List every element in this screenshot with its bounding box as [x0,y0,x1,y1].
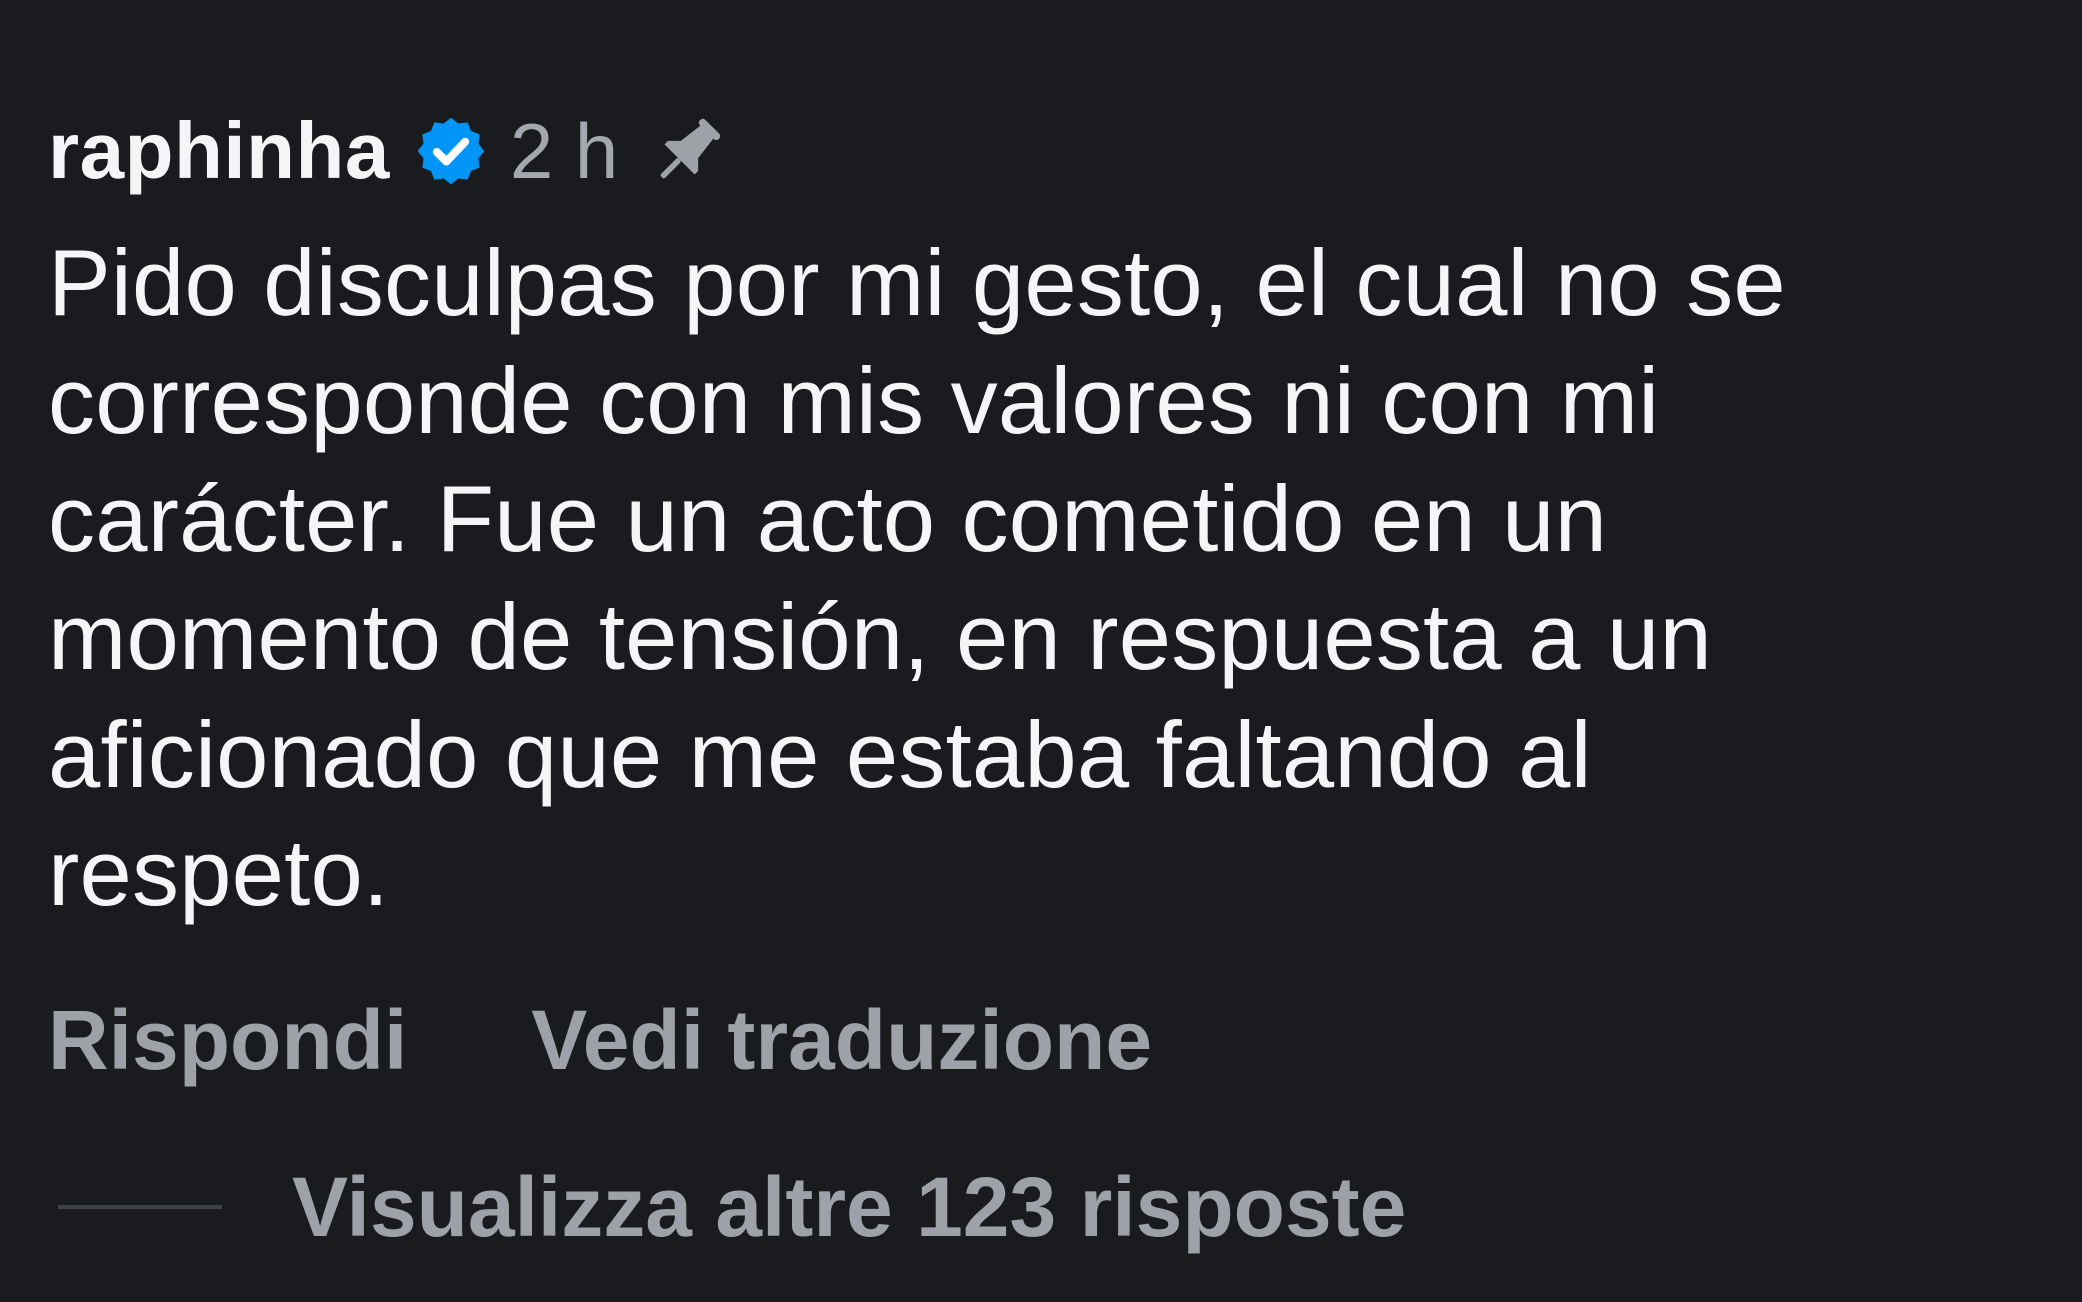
comment-text-line: momento de tensión, en respuesta a un [48,584,1712,689]
comment-text-line: Pido disculpas por mi gesto, el cual no … [48,230,1786,335]
pin-icon [646,109,730,193]
comment-text: Pido disculpas por mi gesto, el cual no … [48,224,2038,932]
view-more-replies-button[interactable]: Visualizza altre 123 risposte [292,1165,1406,1249]
comment-text-line: corresponde con mis valores ni con mi [48,348,1660,453]
replies-divider-line [58,1205,222,1209]
comment-actions: Rispondi Vedi traduzione [48,990,2038,1090]
view-replies-row[interactable]: Visualizza altre 123 risposte [58,1165,1406,1249]
timestamp: 2 h [509,107,619,195]
comment-text-line: respeto. [48,820,390,925]
reply-button[interactable]: Rispondi [48,998,407,1082]
comment-text-line: aficionado que me estaba faltando al [48,702,1592,807]
comment: raphinha 2 h Pido disculpas por mi gesto… [48,96,2038,1090]
comment-text-line: carácter. Fue un acto cometido en un [48,466,1608,571]
username[interactable]: raphinha [48,111,390,191]
verified-badge-icon [414,114,488,188]
see-translation-button[interactable]: Vedi traduzione [531,998,1152,1082]
comment-header: raphinha 2 h [48,96,2038,206]
